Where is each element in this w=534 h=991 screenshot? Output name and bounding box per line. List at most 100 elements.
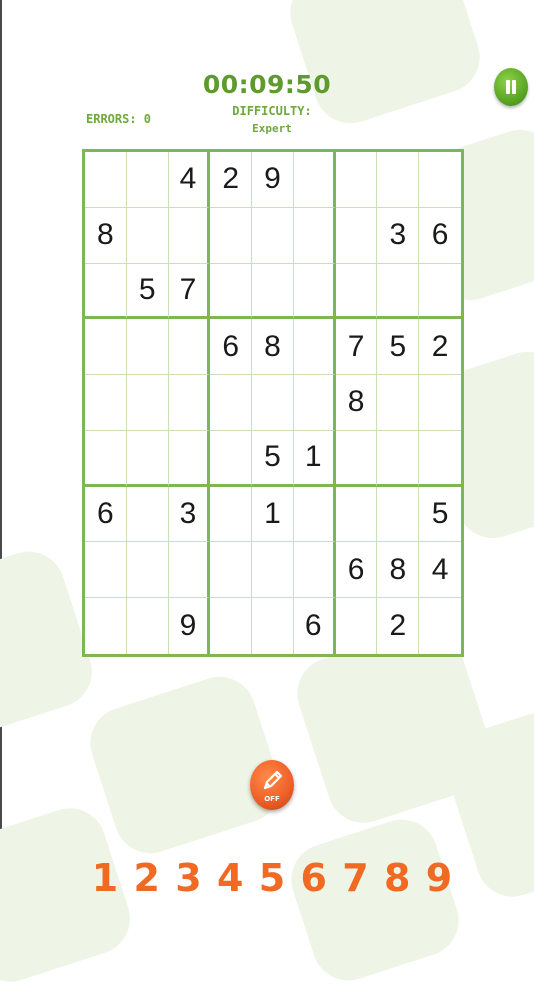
sudoku-cell[interactable]: 4 <box>419 542 461 599</box>
sudoku-cell[interactable] <box>377 375 420 431</box>
sudoku-cell[interactable] <box>126 152 169 208</box>
sudoku-cell[interactable] <box>210 430 253 487</box>
sudoku-cell[interactable] <box>126 207 169 264</box>
sudoku-cell[interactable] <box>419 431 461 487</box>
number-pad: 123456789 <box>86 852 458 904</box>
sudoku-cell[interactable]: 6 <box>335 542 378 599</box>
sudoku-cell[interactable] <box>252 598 294 654</box>
sudoku-cell[interactable] <box>210 263 253 320</box>
sudoku-cell[interactable] <box>168 319 211 376</box>
sudoku-cell[interactable] <box>126 430 169 487</box>
sudoku-cell[interactable] <box>252 542 294 599</box>
sudoku-cell[interactable]: 6 <box>294 598 336 654</box>
sudoku-cell[interactable]: 6 <box>210 319 253 376</box>
sudoku-cell[interactable] <box>419 264 461 320</box>
sudoku-cell[interactable] <box>210 375 253 431</box>
sudoku-cell[interactable]: 6 <box>85 486 127 543</box>
sudoku-cell[interactable]: 9 <box>252 152 294 208</box>
sudoku-cell[interactable] <box>293 207 336 264</box>
number-button-5[interactable]: 5 <box>253 856 291 900</box>
sudoku-cell[interactable]: 1 <box>252 486 294 543</box>
sudoku-cell[interactable] <box>335 486 378 543</box>
number-button-2[interactable]: 2 <box>128 856 166 900</box>
sudoku-cell[interactable]: 3 <box>377 207 420 264</box>
sudoku-cell[interactable]: 5 <box>377 319 420 376</box>
number-button-6[interactable]: 6 <box>295 856 333 900</box>
difficulty-label: DIFFICULTY: <box>232 104 312 118</box>
sudoku-cell[interactable]: 8 <box>252 319 294 376</box>
sudoku-cell[interactable] <box>85 542 127 599</box>
sudoku-cell[interactable] <box>210 542 253 599</box>
number-button-4[interactable]: 4 <box>211 856 249 900</box>
sudoku-cell[interactable]: 5 <box>419 487 461 543</box>
sudoku-cell[interactable] <box>252 207 294 264</box>
sudoku-cell[interactable] <box>293 319 336 376</box>
window-edge <box>0 0 2 950</box>
sudoku-cell[interactable]: 7 <box>335 319 378 376</box>
sudoku-cell[interactable] <box>293 263 336 320</box>
sudoku-cell[interactable] <box>85 598 127 654</box>
sudoku-cell[interactable]: 9 <box>169 598 211 654</box>
pencil-state-label: OFF <box>264 795 280 803</box>
sudoku-cell[interactable] <box>336 598 378 654</box>
sudoku-cell[interactable]: 8 <box>85 207 127 264</box>
sudoku-cell[interactable] <box>419 375 461 431</box>
sudoku-cell[interactable]: 8 <box>377 542 420 599</box>
sudoku-cell[interactable] <box>335 263 378 320</box>
sudoku-cell[interactable] <box>419 598 461 654</box>
sudoku-cell[interactable]: 4 <box>168 152 211 208</box>
sudoku-cell[interactable]: 8 <box>335 375 378 431</box>
sudoku-cell[interactable] <box>293 152 336 208</box>
sudoku-cell[interactable] <box>85 263 127 320</box>
sudoku-cell[interactable]: 1 <box>293 430 336 487</box>
sudoku-cell[interactable]: 5 <box>126 263 169 320</box>
sudoku-cell[interactable] <box>168 207 211 264</box>
sudoku-cell[interactable] <box>377 486 420 543</box>
sudoku-cell[interactable] <box>168 375 211 431</box>
sudoku-cell[interactable] <box>85 375 127 431</box>
sudoku-cell[interactable]: 5 <box>252 430 294 487</box>
sudoku-cell[interactable] <box>168 542 211 599</box>
sudoku-cell[interactable]: 2 <box>377 598 420 654</box>
number-button-3[interactable]: 3 <box>170 856 208 900</box>
number-button-8[interactable]: 8 <box>378 856 416 900</box>
number-button-9[interactable]: 9 <box>420 856 458 900</box>
pencil-icon <box>263 770 283 790</box>
sudoku-cell[interactable] <box>126 319 169 376</box>
sudoku-cell[interactable] <box>293 375 336 431</box>
pencil-mode-button[interactable]: OFF <box>250 760 294 810</box>
sudoku-cell[interactable]: 6 <box>419 208 461 264</box>
sudoku-cell[interactable]: 7 <box>168 263 211 320</box>
sudoku-cell[interactable] <box>293 542 336 599</box>
sudoku-cell[interactable]: 2 <box>210 152 253 208</box>
sudoku-cell[interactable] <box>377 152 420 208</box>
number-button-1[interactable]: 1 <box>86 856 124 900</box>
sudoku-cell[interactable] <box>335 207 378 264</box>
sudoku-cell[interactable] <box>210 207 253 264</box>
sudoku-cell[interactable] <box>293 486 336 543</box>
sudoku-cell[interactable] <box>127 598 169 654</box>
sudoku-cell[interactable] <box>252 263 294 320</box>
sudoku-cell[interactable] <box>168 430 211 487</box>
sudoku-cell[interactable] <box>252 375 294 431</box>
pause-button[interactable] <box>494 68 528 106</box>
sudoku-cell[interactable] <box>126 375 169 431</box>
sudoku-cell[interactable] <box>419 152 461 208</box>
difficulty-value: Expert <box>252 122 292 135</box>
sudoku-cell[interactable] <box>377 263 420 320</box>
sudoku-cell[interactable] <box>85 152 127 208</box>
sudoku-cell[interactable] <box>210 598 253 654</box>
sudoku-cell[interactable] <box>377 430 420 487</box>
sudoku-cell[interactable]: 2 <box>419 319 461 376</box>
sudoku-cell[interactable] <box>85 430 127 487</box>
sudoku-board: 42983657687528516315684962 <box>82 149 464 657</box>
sudoku-cell[interactable] <box>126 542 169 599</box>
sudoku-cell[interactable]: 3 <box>168 486 211 543</box>
sudoku-cell[interactable] <box>335 152 378 208</box>
sudoku-cell[interactable] <box>335 430 378 487</box>
sudoku-cell[interactable] <box>210 486 253 543</box>
sudoku-cell[interactable] <box>85 319 127 376</box>
sudoku-cell[interactable] <box>126 486 169 543</box>
game-timer: 00:09:50 <box>202 70 332 99</box>
number-button-7[interactable]: 7 <box>337 856 375 900</box>
